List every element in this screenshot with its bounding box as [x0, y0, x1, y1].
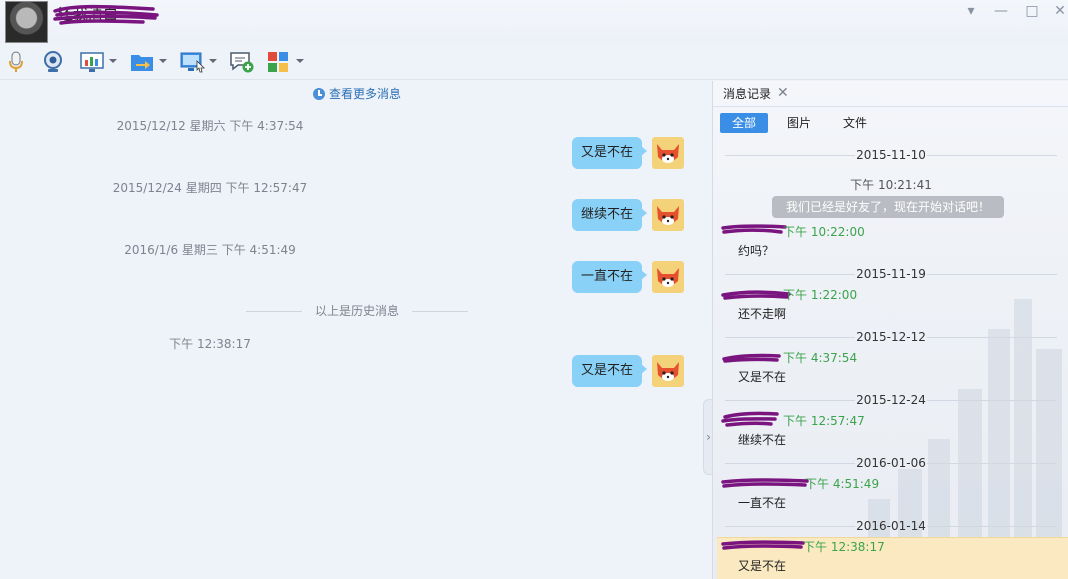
system-message: 我们已经是好友了，现在开始对话吧！: [772, 196, 1004, 218]
filter-files[interactable]: 文件: [833, 113, 877, 133]
history-message[interactable]: 又是不在: [738, 369, 786, 385]
chat-toolbar: [0, 44, 1068, 80]
date-separator: 2015-12-12: [713, 330, 1068, 344]
history-message[interactable]: 约吗？: [738, 243, 774, 259]
view-more-messages-link[interactable]: 查看更多消息: [313, 86, 401, 102]
message-timestamp: 2016/1/6 星期三 下午 4:51:49: [124, 243, 296, 257]
contact-avatar[interactable]: [5, 1, 48, 43]
sender-time: 下午 1:22:00: [783, 288, 858, 302]
chat-add-icon[interactable]: [229, 50, 255, 74]
message-row: 又是不在: [498, 137, 698, 171]
remote-desktop-icon[interactable]: [180, 50, 206, 74]
date-separator: 2016-01-14: [713, 519, 1068, 533]
message-bubble[interactable]: 一直不在: [571, 261, 648, 293]
panel-tab-bar: 消息记录 ✕: [713, 81, 1068, 107]
fox-avatar-icon[interactable]: [652, 261, 684, 293]
window-menu-button[interactable]: ▾: [960, 2, 982, 20]
microphone-icon[interactable]: [6, 50, 26, 74]
message-timestamp: 2015/12/24 星期四 下午 12:57:47: [112, 181, 308, 195]
message-bubble[interactable]: 又是不在: [571, 137, 648, 169]
title-bar: 还我清白 ▾ — □ ✕: [0, 0, 1068, 44]
fox-avatar-icon[interactable]: [652, 199, 684, 231]
fox-avatar-icon[interactable]: [652, 355, 684, 387]
message-timestamp: 下午 12:38:17: [169, 337, 251, 351]
view-more-messages-label: 查看更多消息: [329, 87, 402, 101]
apps-icon[interactable]: [267, 50, 291, 74]
date-separator: 2015-11-10: [713, 148, 1068, 162]
sender-line: 下午 10:22:00: [727, 225, 865, 239]
close-button[interactable]: ✕: [1049, 2, 1068, 20]
fox-avatar-icon[interactable]: [652, 137, 684, 169]
remote-desktop-dropdown[interactable]: [209, 59, 217, 63]
message-row: 继续不在: [498, 199, 698, 233]
sender-line: 下午 1:22:00: [727, 288, 857, 302]
message-bubble[interactable]: 继续不在: [571, 199, 648, 231]
filter-images[interactable]: 图片: [777, 113, 821, 133]
filter-all[interactable]: 全部: [720, 113, 768, 133]
history-message[interactable]: 还不走啊: [738, 306, 786, 322]
message-history-panel: 消息记录 ✕ 全部 图片 文件 2015-11-10 下午 10:21:41 我…: [712, 81, 1068, 579]
screen-share-icon[interactable]: [80, 50, 104, 74]
file-transfer-icon[interactable]: [130, 50, 154, 74]
minimize-button[interactable]: —: [990, 2, 1012, 20]
sender-time: 下午 12:38:17: [803, 540, 885, 554]
clock-icon: [313, 88, 325, 100]
sender-time: 下午 12:57:47: [783, 414, 865, 428]
date-separator: 2015-11-19: [713, 267, 1068, 281]
message-row: 一直不在: [498, 261, 698, 295]
apps-dropdown[interactable]: [296, 59, 304, 63]
history-message[interactable]: 继续不在: [738, 432, 786, 448]
history-divider: 以上是历史消息: [246, 303, 468, 319]
file-transfer-dropdown[interactable]: [159, 59, 167, 63]
maximize-button[interactable]: □: [1021, 2, 1043, 20]
date-separator: 2016-01-06: [713, 456, 1068, 470]
sender-line: 下午 12:57:47: [727, 414, 865, 428]
system-time: 下午 10:21:41: [850, 178, 932, 192]
chat-area: 查看更多消息 2015/12/12 星期六 下午 4:37:54 又是不在 20…: [0, 81, 712, 579]
camera-icon[interactable]: [42, 50, 64, 74]
redaction-scribble: [53, 4, 159, 25]
tab-message-history[interactable]: 消息记录: [723, 86, 771, 102]
message-row: 又是不在: [498, 355, 698, 389]
message-timestamp: 2015/12/12 星期六 下午 4:37:54: [116, 119, 304, 133]
close-tab-icon[interactable]: ✕: [777, 85, 789, 101]
sender-line: 下午 4:51:49: [727, 477, 879, 491]
sender-time: 下午 10:22:00: [783, 225, 865, 239]
message-bubble[interactable]: 又是不在: [571, 355, 648, 387]
history-message[interactable]: 一直不在: [738, 495, 786, 511]
sender-line: 下午 4:37:54: [727, 351, 857, 365]
sender-time: 下午 4:37:54: [783, 351, 858, 365]
screen-share-dropdown[interactable]: [109, 59, 117, 63]
date-separator: 2015-12-24: [713, 393, 1068, 407]
history-message[interactable]: 又是不在: [738, 558, 786, 574]
sender-time: 下午 4:51:49: [805, 477, 880, 491]
sender-line: 下午 12:38:17: [727, 540, 885, 554]
